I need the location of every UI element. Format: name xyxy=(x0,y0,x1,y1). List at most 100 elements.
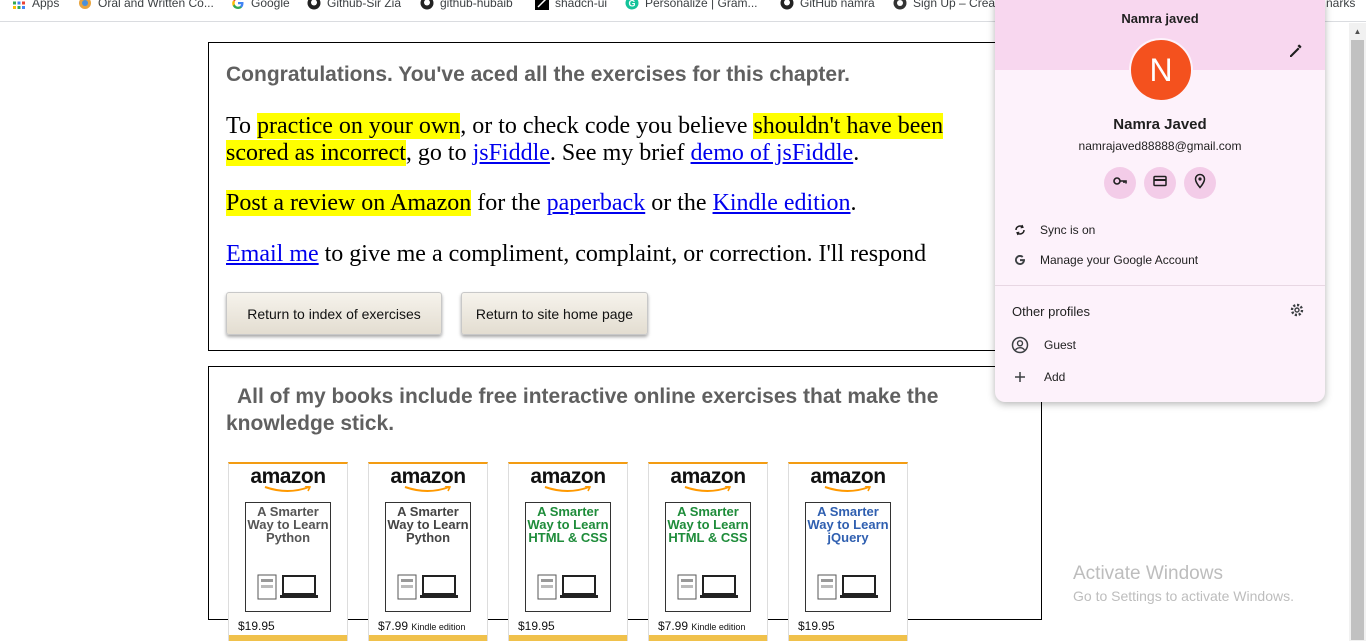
key-icon xyxy=(1112,173,1128,194)
book-card[interactable]: amazon A Smarter Way to Learn Python $7.99… xyxy=(368,462,488,641)
books-box: All of my books include free interactive… xyxy=(208,366,1042,641)
passwords-button[interactable] xyxy=(1104,167,1136,199)
jsfiddle-link[interactable]: jsFiddle xyxy=(473,140,550,166)
books-heading-line1: All of my books include free interactive… xyxy=(237,385,939,408)
bookmark-grammarly[interactable]: G Personalize | Gram... xyxy=(625,0,758,11)
buy-button[interactable] xyxy=(789,635,907,641)
amazon-smile-icon xyxy=(404,486,452,492)
text: , go to xyxy=(405,140,473,166)
demo-jsfiddle-link[interactable]: demo of jsFiddle xyxy=(691,140,854,166)
book-card[interactable]: amazon A Smarter Way to Learn HTML & CSS $… xyxy=(648,462,768,641)
text: . xyxy=(850,190,857,216)
book-price: $19.95 xyxy=(238,619,275,633)
amazon-smile-icon xyxy=(824,486,872,492)
bookmark-oral-written[interactable]: Oral and Written Co... xyxy=(78,0,214,11)
sync-label: Sync is on xyxy=(1040,223,1096,237)
page-scrollbar[interactable]: ▲ xyxy=(1349,23,1366,641)
buy-button[interactable] xyxy=(509,635,627,641)
kindle-edition-link[interactable]: Kindle edition xyxy=(713,190,851,216)
book-cover[interactable]: A Smarter Way to Learn HTML & CSS xyxy=(665,502,751,612)
scroll-thumb[interactable] xyxy=(1351,40,1364,640)
book-price-line: $7.99 Kindle edition xyxy=(658,619,745,633)
profile-email: namrajaved88888@gmail.com xyxy=(1078,139,1242,153)
scroll-up-icon[interactable]: ▲ xyxy=(1349,23,1366,40)
amazon-smile-icon xyxy=(264,486,312,492)
gear-icon[interactable] xyxy=(1289,302,1305,318)
highlight-text: Post a review on Amazon xyxy=(226,190,472,216)
buy-button[interactable] xyxy=(649,635,767,641)
bookmark-label: Oral and Written Co... xyxy=(98,0,214,10)
bookmark-other[interactable]: narks xyxy=(1326,0,1355,11)
google-g-icon xyxy=(1011,251,1029,269)
highlight-text: shouldn't have been xyxy=(753,113,944,139)
bookmark-apps[interactable]: Apps xyxy=(12,0,59,11)
book-title: A Smarter Way to Learn HTML & CSS xyxy=(527,504,609,545)
bookmark-github-namra[interactable]: GitHub namra xyxy=(780,0,875,11)
location-pin-icon xyxy=(1192,173,1208,194)
profile-name: Namra Javed xyxy=(1113,116,1207,133)
bookmark-sign-up[interactable]: Sign Up – Creat xyxy=(893,0,998,11)
book-cover[interactable]: A Smarter Way to Learn jQuery xyxy=(805,502,891,612)
email-me-link[interactable]: Email me xyxy=(226,241,319,267)
github-icon xyxy=(780,0,794,10)
buy-button[interactable] xyxy=(369,635,487,641)
congrats-heading: Congratulations. You've aced all the exe… xyxy=(226,63,850,86)
profile-header-name: Namra javed xyxy=(1121,11,1199,26)
review-paragraph: Post a review on Amazon for the paperbac… xyxy=(226,190,857,217)
email-paragraph: Email me to give me a compliment, compla… xyxy=(226,241,926,268)
shadcn-icon xyxy=(535,0,549,10)
github-icon xyxy=(420,0,434,10)
github-icon xyxy=(307,0,321,10)
edit-pencil-icon[interactable] xyxy=(1287,42,1305,60)
book-card[interactable]: amazon A Smarter Way to Learn Python $19.9… xyxy=(228,462,348,641)
addresses-button[interactable] xyxy=(1184,167,1216,199)
google-icon xyxy=(231,0,245,10)
divider xyxy=(995,285,1325,286)
bookmark-label: narks xyxy=(1326,0,1356,10)
book-card[interactable]: amazon A Smarter Way to Learn HTML & CSS $… xyxy=(508,462,628,641)
bookmark-label: shadcn-ui xyxy=(555,0,608,10)
bookmark-shadcn[interactable]: shadcn-ui xyxy=(535,0,607,11)
bookmark-label: Personalize | Gram... xyxy=(645,0,758,10)
person-circle-icon xyxy=(1011,336,1029,354)
book-cover[interactable]: A Smarter Way to Learn Python xyxy=(385,502,471,612)
book-illustration-icon xyxy=(537,574,598,600)
return-index-button[interactable]: Return to index of exercises xyxy=(226,292,442,335)
guest-profile-row[interactable]: Guest xyxy=(995,333,1325,357)
paperback-link[interactable]: paperback xyxy=(547,190,646,216)
text: , or to check code you believe xyxy=(460,113,754,139)
book-title: A Smarter Way to Learn HTML & CSS xyxy=(667,504,749,545)
activate-windows-watermark: Activate Windows Go to Settings to activ… xyxy=(1073,563,1294,604)
bookmark-label: github-hubaib xyxy=(440,0,513,10)
bookmark-google[interactable]: Google xyxy=(231,0,290,11)
book-cover[interactable]: A Smarter Way to Learn HTML & CSS xyxy=(525,502,611,612)
avatar[interactable]: N xyxy=(1129,38,1193,102)
book-title: A Smarter Way to Learn Python xyxy=(247,504,329,545)
book-price-line: $7.99 Kindle edition xyxy=(378,619,465,633)
text: to give me a compliment, complaint, or c… xyxy=(318,241,927,267)
exercise-complete-box: Congratulations. You've aced all the exe… xyxy=(208,42,1042,351)
bookmark-label: Apps xyxy=(32,0,60,10)
book-title: A Smarter Way to Learn jQuery xyxy=(807,504,889,545)
manage-account-label: Manage your Google Account xyxy=(1040,253,1199,267)
payment-methods-button[interactable] xyxy=(1144,167,1176,199)
text: To xyxy=(226,113,257,139)
svg-text:G: G xyxy=(629,0,636,9)
add-profile-row[interactable]: Add xyxy=(995,365,1325,389)
book-card[interactable]: amazon A Smarter Way to Learn jQuery $19.9… xyxy=(788,462,908,641)
sync-row[interactable]: Sync is on xyxy=(995,218,1325,242)
bookmark-label: GitHub namra xyxy=(800,0,875,10)
text: for the xyxy=(471,190,547,216)
book-cover[interactable]: A Smarter Way to Learn Python xyxy=(245,502,331,612)
bookmark-github-sir-zia[interactable]: Github-Sir Zia xyxy=(307,0,401,11)
manage-account-row[interactable]: Manage your Google Account xyxy=(995,248,1325,272)
activate-title: Activate Windows xyxy=(1073,563,1223,584)
buy-button[interactable] xyxy=(229,635,347,641)
bookmark-github-hubaib[interactable]: github-hubaib xyxy=(420,0,513,11)
book-edition: Kindle edition xyxy=(691,622,746,632)
practice-paragraph-line2: scored as incorrect, go to jsFiddle. See… xyxy=(226,140,859,167)
return-home-button[interactable]: Return to site home page xyxy=(461,292,648,335)
profile-menu: Namra javed N Namra Javed namrajaved8888… xyxy=(995,0,1325,402)
amazon-smile-icon xyxy=(544,486,592,492)
book-price-line: $19.95 xyxy=(238,619,275,633)
